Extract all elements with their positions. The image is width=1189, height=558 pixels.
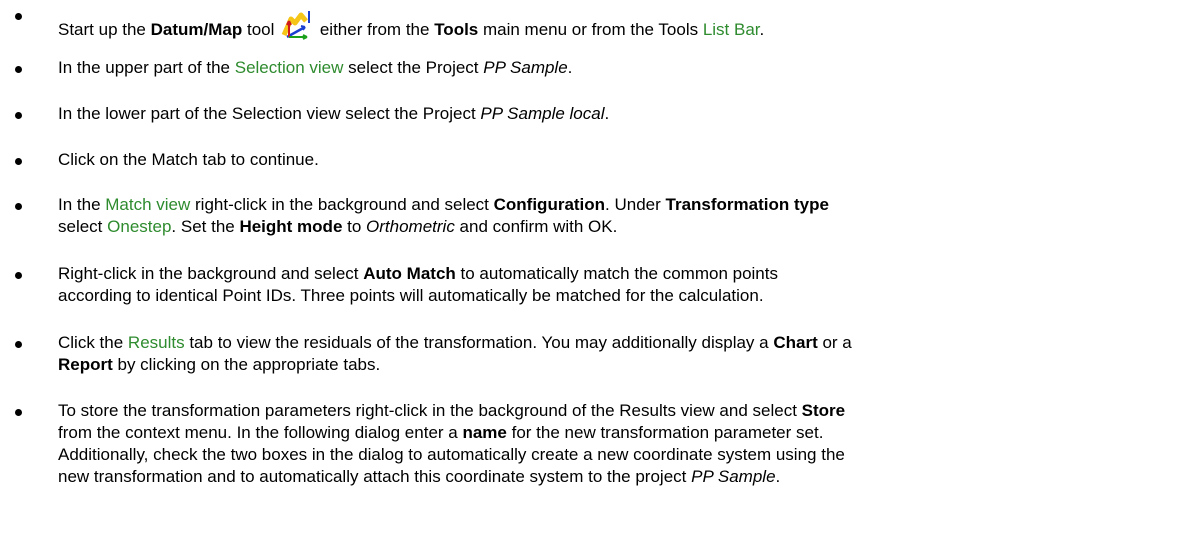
bullet-icon [15, 112, 22, 119]
step-text: . [567, 58, 573, 77]
step-text: and confirm with OK. [454, 217, 618, 236]
bullet-icon [15, 66, 22, 73]
step-text: . [759, 20, 765, 39]
project-name: PP Sample local [480, 104, 605, 123]
setting-name: Height mode [239, 217, 343, 236]
results-link[interactable]: Results [128, 333, 185, 352]
tab-name: Report [58, 355, 113, 374]
step-text: right-click in the background and select [190, 195, 494, 214]
step-text: . Under [605, 195, 666, 214]
tab-name: Chart [773, 333, 818, 352]
step-text: . Set the [171, 217, 240, 236]
project-name: PP Sample [483, 58, 568, 77]
project-name: PP Sample [691, 467, 776, 486]
match-view-link[interactable]: Match view [105, 195, 190, 214]
step-text: tab to view the residuals of the transfo… [184, 333, 774, 352]
step-text: Start up the [58, 20, 151, 39]
step-text: Right-click in the background and select [58, 264, 364, 283]
list-item: Click the Results tab to view the residu… [15, 332, 1168, 376]
step-text: by clicking on the appropriate tabs. [112, 355, 381, 374]
bullet-icon [15, 13, 22, 20]
step-text: new transformation and to automatically … [58, 467, 692, 486]
list-item: Start up the Datum/Map tool either from … [15, 4, 1168, 41]
menu-command: Configuration [493, 195, 606, 214]
list-item: To store the transformation parameters r… [15, 400, 1168, 488]
step-text: main menu or from the Tools [478, 20, 703, 39]
step-text: to automatically match the common points [455, 264, 778, 283]
datum-map-tool-icon [281, 9, 314, 41]
step-text: from the context menu. In the following … [58, 423, 463, 442]
step-text: Click on the Match tab to continue. [58, 150, 319, 169]
list-item: In the Match view right-click in the bac… [15, 194, 1168, 238]
bullet-icon [15, 341, 22, 348]
menu-name: Tools [434, 20, 479, 39]
menu-command: Auto Match [363, 264, 456, 283]
step-text: to [342, 217, 367, 236]
setting-value: Orthometric [366, 217, 455, 236]
step-text: In the upper part of the [58, 58, 235, 77]
menu-command: Store [801, 401, 846, 420]
step-text: or a [817, 333, 852, 352]
selection-view-link[interactable]: Selection view [235, 58, 344, 77]
list-item: In the lower part of the Selection view … [15, 103, 1168, 125]
list-item: In the upper part of the Selection view … [15, 57, 1168, 79]
bullet-icon [15, 272, 22, 279]
list-item: Click on the Match tab to continue. [15, 149, 1168, 171]
step-text: . [604, 104, 610, 123]
setting-name: Transformation type [665, 195, 829, 214]
bullet-icon [15, 203, 22, 210]
step-text: In the lower part of the Selection view … [58, 104, 481, 123]
step-text: To store the transformation parameters r… [58, 401, 802, 420]
step-text: select [58, 217, 108, 236]
step-text: select the Project [343, 58, 484, 77]
step-text: according to identical Point IDs. Three … [58, 286, 764, 305]
list-item: Right-click in the background and select… [15, 263, 1168, 307]
step-text: for the new transformation parameter set… [506, 423, 824, 442]
step-text: Additionally, check the two boxes in the… [58, 445, 845, 464]
step-text: . [775, 467, 781, 486]
step-text: In the [58, 195, 106, 214]
bullet-icon [15, 158, 22, 165]
onestep-link[interactable]: Onestep [107, 217, 171, 236]
step-text: tool [242, 20, 275, 39]
step-text: Click the [58, 333, 128, 352]
tool-name: Datum/Map [150, 20, 243, 39]
list-bar-link[interactable]: List Bar [703, 20, 760, 39]
step-text: either from the [315, 20, 435, 39]
bullet-icon [15, 409, 22, 416]
field-name: name [462, 423, 507, 442]
